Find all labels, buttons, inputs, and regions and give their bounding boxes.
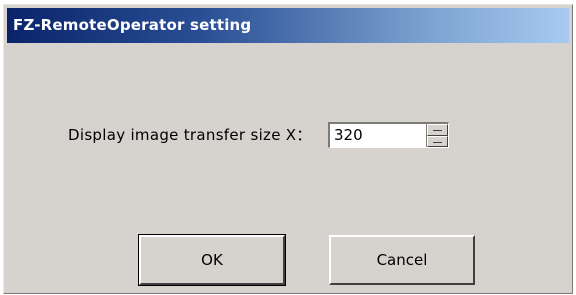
- cancel-button[interactable]: Cancel: [329, 235, 475, 285]
- spin-down-icon[interactable]: [427, 135, 448, 147]
- transfer-size-label: Display image transfer size X：: [68, 126, 312, 144]
- transfer-size-spinbox[interactable]: 320: [328, 122, 449, 148]
- spin-up-icon[interactable]: [427, 124, 448, 136]
- spin-buttons: [426, 124, 448, 147]
- dialog-title: FZ-RemoteOperator setting: [7, 8, 569, 43]
- ok-button[interactable]: OK: [138, 234, 286, 286]
- transfer-size-input[interactable]: 320: [330, 124, 426, 147]
- settings-dialog: FZ-RemoteOperator setting Display image …: [3, 4, 573, 294]
